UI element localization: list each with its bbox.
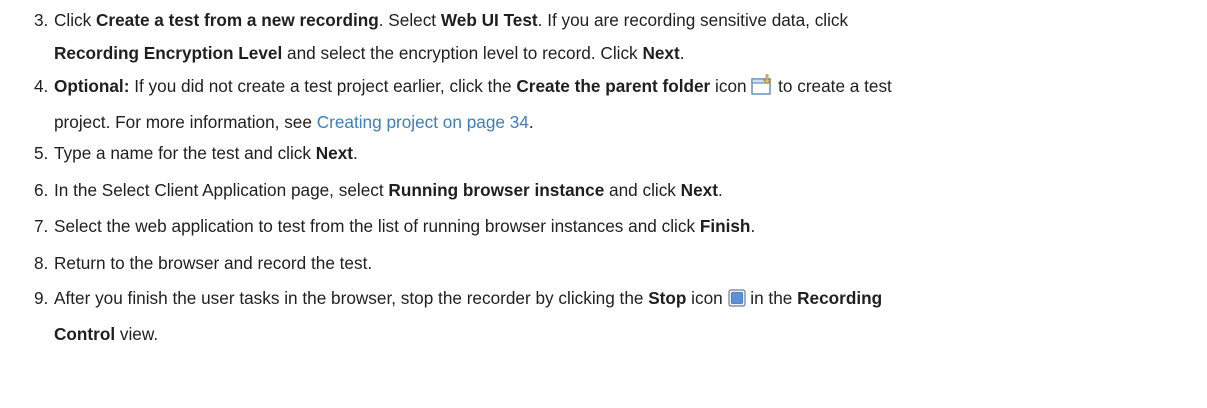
- step-8: 8. Return to the browser and record the …: [34, 247, 1207, 282]
- create-parent-folder-icon: [751, 73, 773, 106]
- step-4-line-2: project. For more information, see Creat…: [54, 112, 534, 132]
- ui-term-create-test-from-recording: Create a test from a new recording: [96, 10, 379, 30]
- step-number: 3.: [34, 10, 49, 30]
- ui-term-next: Next: [642, 43, 680, 63]
- step-6: 6. In the Select Client Application page…: [34, 174, 1207, 210]
- creating-project-link[interactable]: Creating project on page 34: [317, 112, 529, 132]
- ui-term-control: Control: [54, 324, 116, 344]
- procedure-steps: 3. Click Create a test from a new record…: [0, 0, 1207, 348]
- step-7-line: Select the web application to test from …: [54, 216, 756, 236]
- ui-term-recording-encryption-level: Recording Encryption Level: [54, 43, 283, 63]
- step-4-line-1: Optional: If you did not create a test p…: [54, 70, 1207, 106]
- ui-term-web-ui-test: Web UI Test: [440, 10, 538, 30]
- optional-label: Optional:: [54, 76, 130, 96]
- ui-term-create-parent-folder: Create the parent folder: [516, 76, 711, 96]
- ui-term-stop: Stop: [648, 288, 687, 308]
- step-7: 7. Select the web application to test fr…: [34, 210, 1207, 247]
- step-3-line-2: Recording Encryption Level and select th…: [54, 43, 685, 63]
- step-4: 4. Optional: If you did not create a tes…: [34, 70, 1207, 137]
- step-number: 6.: [34, 180, 49, 200]
- step-3-line-1: Click Create a test from a new recording…: [54, 10, 849, 30]
- step-number: 7.: [34, 216, 49, 236]
- step-3: 3. Click Create a test from a new record…: [34, 4, 1207, 70]
- step-number: 9.: [34, 288, 49, 308]
- stop-icon: [727, 285, 746, 318]
- ui-term-running-browser-instance: Running browser instance: [388, 180, 605, 200]
- ui-term-recording: Recording: [797, 288, 883, 308]
- step-5: 5. Type a name for the test and click Ne…: [34, 137, 1207, 174]
- step-8-line: Return to the browser and record the tes…: [54, 253, 373, 273]
- step-9: 9. After you finish the user tasks in th…: [34, 282, 1207, 348]
- step-number: 4.: [34, 76, 49, 96]
- step-9-line-1: After you finish the user tasks in the b…: [54, 282, 1207, 318]
- ui-term-next: Next: [680, 180, 718, 200]
- step-9-line-2: Control view.: [54, 324, 159, 344]
- ui-term-next: Next: [315, 143, 354, 163]
- step-5-line: Type a name for the test and click Next.: [54, 143, 358, 163]
- step-number: 5.: [34, 143, 49, 163]
- step-6-line: In the Select Client Application page, s…: [54, 180, 723, 200]
- ui-term-finish: Finish: [699, 216, 751, 236]
- step-number: 8.: [34, 253, 49, 273]
